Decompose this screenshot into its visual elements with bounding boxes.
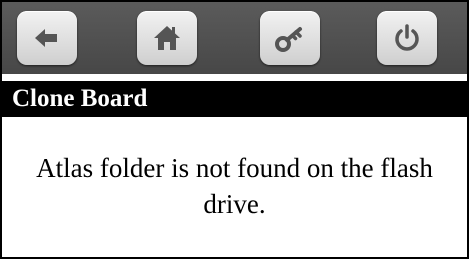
error-message: Atlas folder is not found on the flash d… <box>36 153 433 219</box>
title-bar: Clone Board <box>2 81 467 117</box>
power-button[interactable] <box>377 11 437 65</box>
key-button[interactable] <box>260 11 320 65</box>
back-button[interactable] <box>17 11 77 65</box>
home-icon <box>154 26 180 50</box>
screen-title: Clone Board <box>12 85 148 112</box>
key-icon <box>275 27 302 52</box>
power-icon <box>395 24 419 51</box>
home-button[interactable] <box>137 11 197 65</box>
back-arrow-icon <box>35 29 57 47</box>
device-screen: Clone Board Atlas folder is not found on… <box>0 0 469 259</box>
toolbar <box>2 2 467 74</box>
